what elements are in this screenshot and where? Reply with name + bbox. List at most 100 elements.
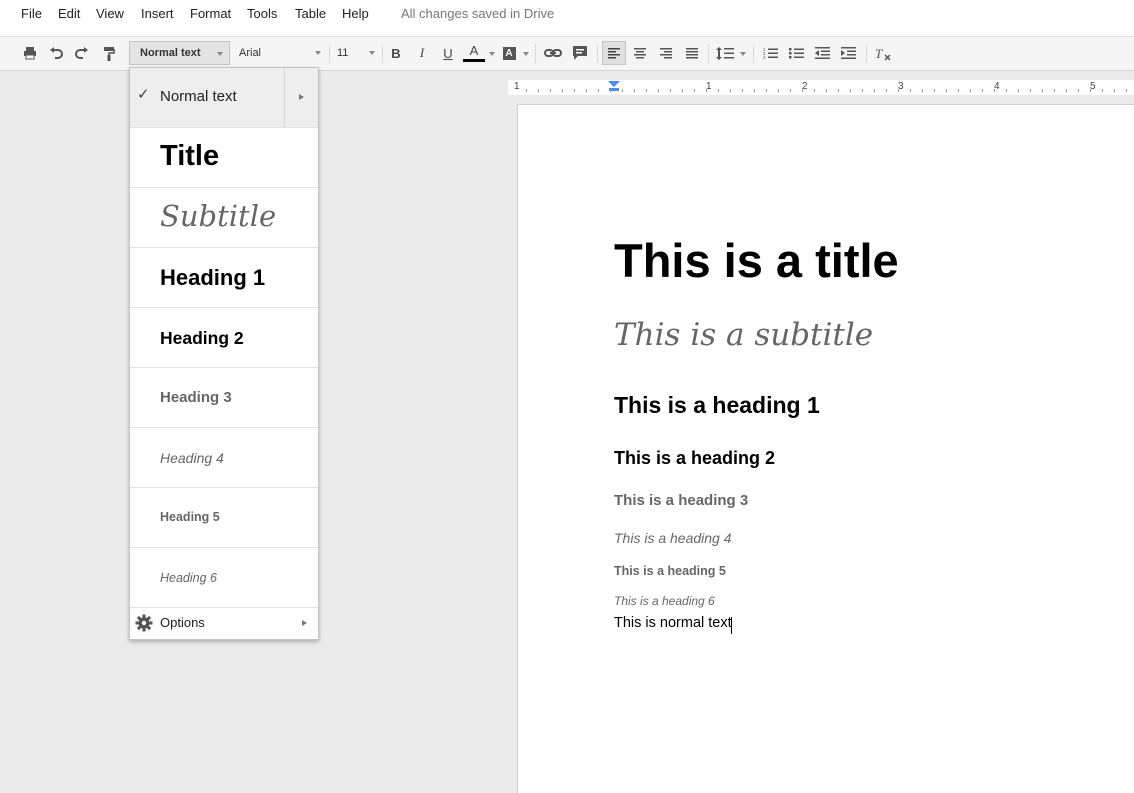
style-option-subtitle[interactable]: Subtitle: [130, 188, 318, 248]
menu-help[interactable]: Help: [342, 6, 369, 21]
style-submenu-button[interactable]: [284, 68, 319, 127]
font-size-select[interactable]: 11: [333, 41, 379, 65]
doc-heading-6[interactable]: This is a heading 6: [614, 594, 715, 608]
underline-button[interactable]: U: [439, 43, 457, 63]
toolbar-divider: [597, 44, 598, 63]
chevron-down-icon: [315, 51, 321, 55]
align-left-icon[interactable]: [602, 41, 626, 65]
paragraph-style-value: Normal text: [140, 47, 201, 59]
style-option-label: Heading 5: [160, 510, 220, 524]
doc-heading-1[interactable]: This is a heading 1: [614, 392, 820, 419]
ruler-tick: [766, 89, 767, 92]
style-option-heading-2[interactable]: Heading 2: [130, 308, 318, 368]
menu-edit[interactable]: Edit: [58, 6, 80, 21]
ruler-tick: [874, 89, 875, 92]
ruler-tick: [682, 89, 683, 92]
svg-text:T: T: [875, 46, 883, 61]
doc-subtitle[interactable]: This is a subtitle: [614, 317, 873, 353]
font-select[interactable]: Arial: [234, 41, 326, 65]
comment-icon[interactable]: [570, 43, 590, 63]
style-option-label: Heading 6: [160, 571, 217, 585]
menu-format[interactable]: Format: [190, 6, 231, 21]
doc-heading-4[interactable]: This is a heading 4: [614, 530, 732, 546]
italic-button[interactable]: I: [413, 43, 431, 63]
style-option-label: Heading 1: [160, 265, 266, 290]
chevron-down-icon[interactable]: [523, 52, 529, 56]
highlight-color-button[interactable]: A: [500, 43, 518, 63]
doc-heading-3[interactable]: This is a heading 3: [614, 492, 748, 509]
style-option-label: Subtitle: [160, 199, 277, 233]
ruler-tick: [886, 89, 887, 92]
ruler-tick: [646, 89, 647, 92]
paragraph-style-menu: ✓ Normal text Title Subtitle Heading 1 H…: [129, 67, 319, 640]
chevron-right-icon: [302, 620, 307, 626]
ruler-tick: [730, 89, 731, 92]
style-option-heading-4[interactable]: Heading 4: [130, 428, 318, 488]
text-color-button[interactable]: A: [463, 43, 485, 63]
menu-tools[interactable]: Tools: [247, 6, 277, 21]
numbered-list-icon[interactable]: 123: [761, 43, 779, 63]
toolbar-divider: [866, 44, 867, 63]
toolbar-divider: [535, 44, 536, 63]
print-icon[interactable]: [21, 43, 39, 63]
ruler-tick: [574, 89, 575, 92]
options-label: Options: [160, 615, 205, 630]
style-option-heading-1[interactable]: Heading 1: [130, 248, 318, 308]
decrease-indent-icon[interactable]: [813, 43, 831, 63]
clear-formatting-icon[interactable]: T: [873, 43, 893, 63]
style-options-item[interactable]: Options: [130, 608, 318, 640]
paint-format-icon[interactable]: [100, 43, 118, 63]
style-option-label: Heading 4: [160, 450, 224, 466]
style-option-heading-6[interactable]: Heading 6: [130, 548, 318, 608]
undo-icon[interactable]: [47, 43, 65, 63]
redo-icon[interactable]: [73, 43, 91, 63]
style-option-label: Normal text: [160, 88, 237, 105]
document-page[interactable]: This is a title This is a subtitle This …: [517, 104, 1134, 793]
align-justify-icon[interactable]: [683, 43, 701, 63]
style-option-heading-3[interactable]: Heading 3: [130, 368, 318, 428]
bulleted-list-icon[interactable]: [787, 43, 805, 63]
chevron-down-icon[interactable]: [489, 52, 495, 56]
ruler-tick: [1030, 89, 1031, 92]
menu-file[interactable]: File: [21, 6, 42, 21]
ruler-tick: [718, 89, 719, 92]
ruler-tick: [922, 89, 923, 92]
style-option-label: Heading 2: [160, 328, 244, 348]
style-option-heading-5[interactable]: Heading 5: [130, 488, 318, 548]
ruler-tick: [670, 89, 671, 92]
style-option-normal-text[interactable]: ✓ Normal text: [130, 68, 318, 128]
toolbar-divider: [753, 44, 754, 63]
paragraph-style-select[interactable]: Normal text: [129, 41, 230, 65]
doc-heading-2[interactable]: This is a heading 2: [614, 448, 775, 469]
svg-text:3: 3: [763, 55, 766, 59]
doc-title[interactable]: This is a title: [614, 233, 899, 288]
increase-indent-icon[interactable]: [839, 43, 857, 63]
line-spacing-icon[interactable]: [715, 43, 735, 63]
chevron-down-icon[interactable]: [740, 52, 746, 56]
ruler-tick: [562, 89, 563, 92]
menu-view[interactable]: View: [96, 6, 124, 21]
align-right-icon[interactable]: [657, 43, 675, 63]
horizontal-ruler[interactable]: 1 1 2 3 4 5: [508, 80, 1134, 95]
doc-heading-5[interactable]: This is a heading 5: [614, 564, 726, 578]
style-option-title[interactable]: Title: [130, 128, 318, 188]
ruler-tick: [1066, 89, 1067, 92]
ruler-tick: [550, 89, 551, 92]
menu-table[interactable]: Table: [295, 6, 326, 21]
ruler-tick: [946, 89, 947, 92]
ruler-tick: [826, 89, 827, 92]
save-status[interactable]: All changes saved in Drive: [401, 6, 554, 21]
align-center-icon[interactable]: [631, 43, 649, 63]
ruler-tick: [1126, 89, 1127, 92]
ruler-tick: [1054, 89, 1055, 92]
bold-button[interactable]: B: [387, 43, 405, 63]
ruler-tick: [1102, 89, 1103, 92]
doc-normal-text[interactable]: This is normal text: [614, 615, 732, 631]
ruler-tick: [778, 89, 779, 92]
font-value: Arial: [239, 47, 262, 59]
menu-insert[interactable]: Insert: [141, 6, 174, 21]
link-icon[interactable]: [543, 43, 563, 63]
ruler-tick: [598, 89, 599, 92]
ruler-tick: [934, 89, 935, 92]
ruler-tick: [1042, 89, 1043, 92]
